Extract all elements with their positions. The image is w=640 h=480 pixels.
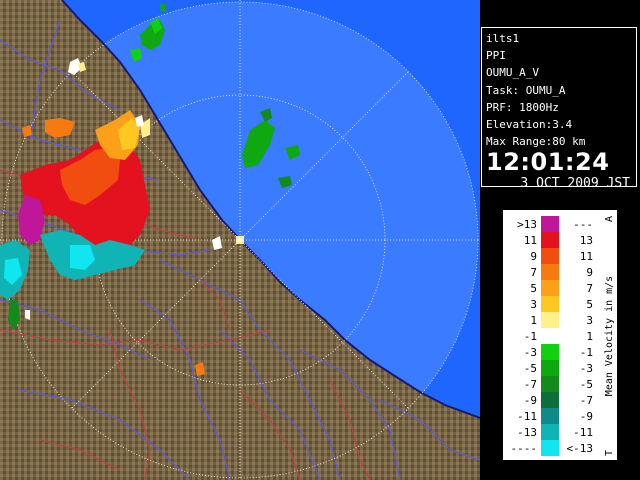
product-name: OUMU_A_V xyxy=(486,66,539,80)
radar-info-panel: ilts1 PPI OUMU_A_V Task: OUMU_A PRF: 180… xyxy=(481,27,637,191)
legend-bottom-marker: T xyxy=(604,450,615,456)
legend-left-label: -7 xyxy=(524,378,537,391)
legend-left-label: ---- xyxy=(511,442,538,455)
legend-swatch xyxy=(541,328,559,344)
elevation-value: Elevation:3.4 xyxy=(486,118,573,132)
legend-swatch xyxy=(541,232,559,248)
legend-right-label: --- xyxy=(573,218,593,231)
legend-swatch xyxy=(541,440,559,456)
site-name: ilts1 xyxy=(486,32,520,45)
legend-left-label: 9 xyxy=(530,250,537,263)
legend-swatch xyxy=(541,296,559,312)
legend-right-label: 5 xyxy=(586,298,593,311)
legend-left-label: 11 xyxy=(524,234,537,247)
legend-left-label: -9 xyxy=(524,394,537,407)
scan-time: 12:01:24 xyxy=(486,148,610,177)
legend-swatch xyxy=(541,312,559,328)
prf-value: PRF: 1800Hz xyxy=(486,100,559,114)
legend-right-label: 11 xyxy=(580,250,593,263)
legend-left-label: -5 xyxy=(524,362,537,375)
legend-swatch xyxy=(541,360,559,376)
legend-right-label: -3 xyxy=(580,362,593,375)
legend-right-label: 3 xyxy=(586,314,593,327)
legend-swatch xyxy=(541,344,559,360)
legend-right-label: 1 xyxy=(586,330,593,343)
legend-right-label: -9 xyxy=(580,410,593,423)
legend-right-label: <-13 xyxy=(567,442,594,455)
radar-site-icon xyxy=(236,236,244,244)
legend-left-label: 7 xyxy=(530,266,537,279)
task-name: Task: OUMU_A xyxy=(486,83,566,97)
legend-swatch xyxy=(541,408,559,424)
scan-type: PPI xyxy=(486,49,506,63)
legend-swatch xyxy=(541,424,559,440)
legend-left-label: -13 xyxy=(517,426,537,439)
legend-left-label: -11 xyxy=(517,410,537,423)
legend-left-label: 1 xyxy=(530,314,537,327)
legend-left-label: -1 xyxy=(524,330,537,343)
legend-swatch xyxy=(541,376,559,392)
legend-left-label: >13 xyxy=(517,218,537,231)
legend-right-label: -7 xyxy=(580,394,593,407)
legend-right-label: -11 xyxy=(573,426,593,439)
velocity-legend: >13 --- 11 13 9 11 7 9 5 7 3 5 1 3 -1 1 -3 -1 -5 -3 -7 -5 -9 -7… xyxy=(502,209,618,461)
legend-title: Mean Velocity in m/s xyxy=(604,276,615,396)
radar-ppi-map[interactable] xyxy=(0,0,480,480)
legend-right-label: 13 xyxy=(580,234,593,247)
scan-date: 3 OCT 2009 JST xyxy=(520,176,630,192)
legend-left-label: 5 xyxy=(530,282,537,295)
legend-right-label: 9 xyxy=(586,266,593,279)
legend-right-label: -5 xyxy=(580,378,593,391)
legend-right-label: -1 xyxy=(580,346,593,359)
legend-right-label: 7 xyxy=(586,282,593,295)
legend-swatch xyxy=(541,392,559,408)
legend-swatch xyxy=(541,280,559,296)
legend-top-marker: A xyxy=(604,216,615,222)
legend-left-label: -3 xyxy=(524,346,537,359)
legend-swatch xyxy=(541,264,559,280)
legend-swatch xyxy=(541,248,559,264)
legend-swatch xyxy=(541,216,559,232)
legend-left-label: 3 xyxy=(530,298,537,311)
